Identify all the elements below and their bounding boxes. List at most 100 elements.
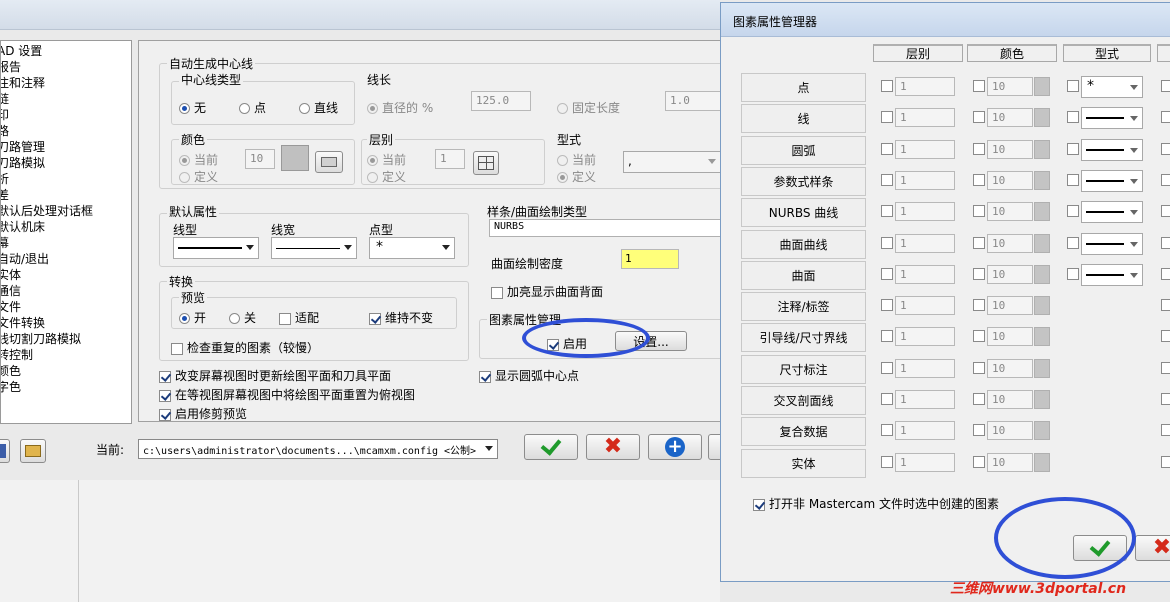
style-checkbox[interactable] xyxy=(1067,236,1079,249)
density-field[interactable]: 1 xyxy=(621,249,679,269)
preview-on-radio[interactable]: 开 xyxy=(179,309,206,326)
dialog-title-bar[interactable]: 图素属性管理器 xyxy=(721,3,1170,37)
sidebar-item[interactable]: 幕 xyxy=(1,235,93,251)
dialog-cancel-button[interactable]: ✖ xyxy=(1135,535,1170,561)
save-icon-button[interactable] xyxy=(0,439,10,463)
linewidth-combo[interactable] xyxy=(271,237,357,259)
style-current-radio[interactable]: 当前 xyxy=(557,151,596,168)
sidebar-item[interactable]: 报告 xyxy=(1,59,93,75)
level-field[interactable]: 1 xyxy=(895,421,955,441)
level-field[interactable]: 1 xyxy=(895,264,955,284)
ok-button[interactable] xyxy=(524,434,578,460)
level-field[interactable]: 1 xyxy=(895,170,955,190)
color-field[interactable]: 10 xyxy=(987,264,1033,284)
color-field[interactable]: 10 xyxy=(987,421,1033,441)
sidebar-item[interactable]: 印 xyxy=(1,107,93,123)
level-checkbox[interactable] xyxy=(881,142,893,155)
level-checkbox[interactable] xyxy=(881,173,893,186)
preview-off-radio[interactable]: 关 xyxy=(229,309,256,326)
color-swatch[interactable] xyxy=(1034,108,1050,128)
color-checkbox[interactable] xyxy=(973,455,985,468)
level-field[interactable]: 1 xyxy=(895,358,955,378)
color-swatch[interactable] xyxy=(1034,296,1050,316)
style-combo[interactable] xyxy=(1081,107,1143,130)
level-field[interactable]: 1 xyxy=(895,77,955,96)
sidebar-item[interactable]: 字色 xyxy=(1,379,93,395)
style-combo[interactable]: * xyxy=(1081,76,1143,98)
color-swatch[interactable] xyxy=(1034,327,1050,347)
extra-checkbox[interactable] xyxy=(1161,393,1170,405)
level-checkbox[interactable] xyxy=(881,111,893,124)
extra-checkbox[interactable] xyxy=(1161,361,1170,374)
color-swatch[interactable] xyxy=(1034,452,1050,472)
diameter-pct-field[interactable]: 125.0 xyxy=(471,91,531,111)
sidebar-item[interactable]: 析 xyxy=(1,171,93,187)
style-checkbox[interactable] xyxy=(1067,111,1079,124)
extra-checkbox[interactable] xyxy=(1161,330,1170,343)
color-checkbox[interactable] xyxy=(973,299,985,312)
color-current-radio[interactable]: 当前 xyxy=(179,151,218,168)
color-swatch[interactable] xyxy=(1034,390,1050,409)
color-checkbox[interactable] xyxy=(973,267,985,280)
extra-checkbox[interactable] xyxy=(1161,111,1170,124)
color-picker-button[interactable] xyxy=(315,151,343,173)
color-swatch[interactable] xyxy=(281,145,309,171)
level-checkbox[interactable] xyxy=(881,330,893,343)
sidebar-item[interactable]: 注和注释 xyxy=(1,75,93,91)
color-checkbox[interactable] xyxy=(973,205,985,218)
style-checkbox[interactable] xyxy=(1067,173,1079,186)
style-combo[interactable] xyxy=(1081,232,1143,255)
color-field[interactable]: 10 xyxy=(987,139,1033,159)
color-checkbox[interactable] xyxy=(973,236,985,249)
color-field[interactable]: 10 xyxy=(987,108,1033,128)
level-field[interactable]: 1 xyxy=(895,390,955,409)
arc-center-checkbox[interactable]: 显示圆弧中心点 xyxy=(479,367,579,384)
level-field[interactable]: 1 xyxy=(895,327,955,347)
color-field[interactable]: 10 xyxy=(987,358,1033,378)
color-field[interactable]: 10 xyxy=(987,233,1033,253)
sidebar-item[interactable]: 文件 xyxy=(1,299,93,315)
open-folder-button[interactable] xyxy=(20,439,46,463)
level-field[interactable]: 1 xyxy=(895,296,955,316)
sidebar-tree[interactable]: AD 设置报告注和注释链印路刀路管理刀路模拟析差默认后处理对话框默认机床幕自动/… xyxy=(0,40,132,424)
sidebar-item[interactable]: AD 设置 xyxy=(1,43,93,59)
diameter-pct-radio[interactable]: 直径的 % xyxy=(367,99,433,116)
nonmc-select-checkbox[interactable]: 打开非 Mastercam 文件时选中创建的图素 xyxy=(753,495,999,512)
color-checkbox[interactable] xyxy=(973,424,985,437)
pointtype-combo[interactable]: * xyxy=(369,237,455,259)
fixed-length-radio[interactable]: 固定长度 xyxy=(557,99,620,116)
color-checkbox[interactable] xyxy=(973,330,985,343)
add-button[interactable]: + xyxy=(648,434,702,460)
level-checkbox[interactable] xyxy=(881,393,893,405)
color-checkbox[interactable] xyxy=(973,111,985,124)
color-field[interactable]: 10 xyxy=(987,452,1033,472)
sidebar-item[interactable]: 文件转换 xyxy=(1,315,93,331)
level-checkbox[interactable] xyxy=(881,299,893,312)
sidebar-item[interactable]: 路 xyxy=(1,123,93,139)
color-checkbox[interactable] xyxy=(973,142,985,155)
color-swatch[interactable] xyxy=(1034,170,1050,190)
style-combo[interactable] xyxy=(1081,263,1143,286)
color-field[interactable]: 10 xyxy=(987,390,1033,409)
style-define-radio[interactable]: 定义 xyxy=(557,168,596,185)
level-field[interactable]: 1 xyxy=(895,452,955,472)
style-combo[interactable] xyxy=(1081,169,1143,192)
sidebar-item[interactable]: 链 xyxy=(1,91,93,107)
sidebar-item[interactable]: 默认后处理对话框 xyxy=(1,203,93,219)
extra-checkbox[interactable] xyxy=(1161,267,1170,280)
style-checkbox[interactable] xyxy=(1067,267,1079,280)
sidebar-item[interactable]: 默认机床 xyxy=(1,219,93,235)
sidebar-item[interactable]: 刀路管理 xyxy=(1,139,93,155)
color-checkbox[interactable] xyxy=(973,80,985,92)
extra-checkbox[interactable] xyxy=(1161,80,1170,92)
sidebar-item[interactable]: 实体 xyxy=(1,267,93,283)
check-dup-checkbox[interactable]: 检查重复的图素（较慢） xyxy=(171,339,319,356)
level-checkbox[interactable] xyxy=(881,424,893,437)
level-checkbox[interactable] xyxy=(881,267,893,280)
level-checkbox[interactable] xyxy=(881,361,893,374)
extra-checkbox[interactable] xyxy=(1161,236,1170,249)
color-field[interactable]: 10 xyxy=(987,296,1033,316)
level-field[interactable]: 1 xyxy=(895,233,955,253)
level-number-field[interactable]: 1 xyxy=(435,149,465,169)
extra-checkbox[interactable] xyxy=(1161,299,1170,312)
